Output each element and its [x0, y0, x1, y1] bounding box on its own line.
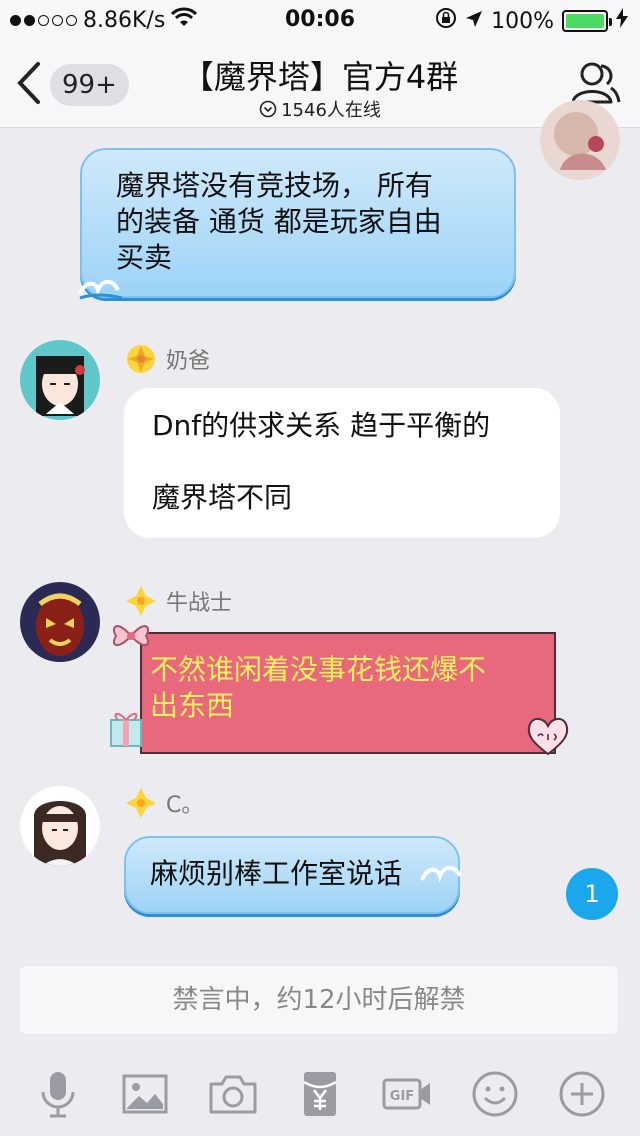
emoji-icon: [472, 1071, 518, 1117]
unread-count-badge[interactable]: 99+: [50, 64, 129, 106]
sender-name-text: C。: [166, 793, 204, 818]
message-line: 魔界塔不同: [152, 481, 293, 514]
wave-decoration-icon: [78, 279, 123, 300]
avatar[interactable]: [20, 582, 100, 662]
message-line: 买卖: [116, 241, 173, 274]
sender-name-text: 奶爸: [166, 349, 211, 374]
sender-name: C。: [124, 786, 203, 820]
avatar[interactable]: [20, 340, 100, 420]
status-right: 100%: [435, 7, 628, 35]
microphone-icon: [41, 1072, 75, 1118]
red-packet-button[interactable]: [290, 1064, 350, 1124]
battery-icon: [562, 10, 612, 32]
message-bubble[interactable]: 魔界塔没有竞技场， 所有 的装备 通货 都是玩家自由 买卖: [78, 148, 516, 300]
photo-button[interactable]: [115, 1064, 175, 1124]
avatar-self[interactable]: [540, 100, 620, 180]
plus-icon: [559, 1071, 605, 1117]
chevron-down-circle-icon: [259, 100, 277, 118]
rotation-lock-icon: [435, 7, 457, 35]
online-count: 1546人在线: [281, 100, 381, 121]
page-title[interactable]: 【魔界塔】官方4群: [120, 52, 520, 98]
member-level-icon: [126, 788, 156, 818]
message-bubble[interactable]: Dnf的供求关系 趋于平衡的 魔界塔不同: [124, 388, 560, 538]
gif-label: GIF: [390, 1089, 414, 1104]
back-button[interactable]: [12, 60, 46, 106]
more-button[interactable]: [552, 1064, 612, 1124]
member-level-icon: [127, 345, 155, 373]
sender-name: 牛战士: [124, 584, 232, 618]
member-level-icon: [126, 586, 156, 616]
location-icon: [465, 9, 483, 34]
battery-percent: 100%: [491, 8, 554, 34]
message-line: Dnf的供求关系 趋于平衡的: [152, 409, 491, 442]
chevron-left-icon: [17, 62, 40, 104]
avatar[interactable]: [20, 786, 100, 866]
ribbon-bow-icon: [112, 625, 150, 646]
online-status[interactable]: 1546人在线: [120, 96, 520, 122]
image-icon: [122, 1074, 168, 1114]
gift-box-icon: [110, 713, 142, 747]
sender-name: 奶爸: [124, 342, 210, 376]
wave-decoration-icon: [420, 865, 462, 883]
voice-button[interactable]: [28, 1064, 88, 1124]
muted-input-bar: 禁言中，约12小时后解禁: [20, 966, 618, 1034]
message-bubble[interactable]: 不然谁闲着没事花钱还爆不 出东西: [140, 632, 556, 754]
input-toolbar: GIF: [0, 1052, 640, 1136]
camera-icon: [209, 1075, 257, 1114]
charging-icon: [616, 8, 628, 34]
red-packet-icon: [303, 1072, 337, 1116]
gif-button[interactable]: GIF: [377, 1064, 437, 1124]
heart-sticker-icon: [527, 718, 569, 756]
message-bubble[interactable]: 麻烦别棒工作室说话: [124, 836, 462, 914]
camera-button[interactable]: [203, 1064, 263, 1124]
new-message-badge[interactable]: 1: [566, 868, 618, 920]
chat-header: 99+ 【魔界塔】官方4群 1546人在线: [0, 40, 640, 128]
message-line: 的装备 通货 都是玩家自由: [116, 205, 442, 238]
sender-name-text: 牛战士: [166, 591, 233, 616]
message-line: 不然谁闲着没事花钱还爆不: [150, 653, 487, 686]
status-bar: 8.86K/s 00:06 100%: [0, 0, 640, 40]
emoji-button[interactable]: [465, 1064, 525, 1124]
message-line: 魔界塔没有竞技场， 所有: [116, 169, 433, 202]
gif-icon: GIF: [382, 1078, 431, 1110]
message-line: [152, 444, 532, 480]
message-line: 出东西: [150, 689, 235, 722]
message-line: 麻烦别棒工作室说话: [150, 857, 403, 890]
